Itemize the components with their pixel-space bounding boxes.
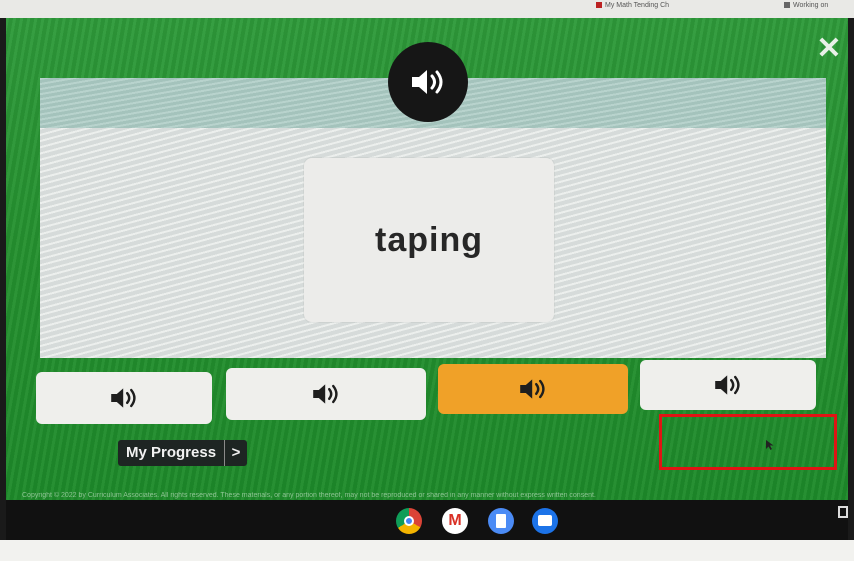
- bookmark-item[interactable]: Working on: [784, 2, 828, 9]
- bookmark-favicon-icon: [596, 2, 602, 9]
- docs-icon[interactable]: [488, 508, 514, 534]
- speaker-icon: [412, 70, 443, 94]
- bookmark-item[interactable]: My Math Tending Ch: [596, 2, 669, 9]
- answer-choice-2[interactable]: [226, 368, 426, 420]
- answer-choice-3[interactable]: [438, 364, 628, 414]
- bookmark-favicon-icon: [784, 2, 790, 9]
- my-progress-label: My Progress: [118, 440, 225, 466]
- classroom-icon[interactable]: [532, 508, 558, 534]
- tray-window-icon[interactable]: [838, 506, 848, 518]
- speaker-icon: [111, 388, 136, 408]
- os-taskbar: [6, 500, 848, 540]
- close-icon: ✕: [816, 32, 842, 65]
- speaker-icon: [520, 379, 545, 399]
- browser-bookmarks-bar: My Math Tending Ch Working on: [0, 0, 854, 19]
- close-button[interactable]: ✕: [816, 34, 842, 64]
- answer-choice-4[interactable]: [640, 360, 816, 410]
- mouse-cursor-icon: [766, 440, 774, 450]
- speaker-icon: [313, 384, 338, 404]
- chrome-icon[interactable]: [396, 508, 422, 534]
- target-word: taping: [375, 220, 483, 259]
- screen-bezel-bottom: [0, 540, 854, 561]
- gmail-icon[interactable]: [442, 508, 468, 534]
- speaker-icon: [715, 375, 740, 395]
- annotation-highlight-box: [659, 414, 837, 470]
- word-card: taping: [304, 158, 554, 322]
- copyright-footer: Copyright © 2022 by Curriculum Associate…: [22, 492, 596, 499]
- my-progress-button[interactable]: My Progress >: [118, 440, 248, 466]
- lesson-screen: ✕ taping My Progress > Copyright © 2022 …: [6, 18, 848, 518]
- chevron-right-icon: >: [224, 440, 248, 466]
- play-word-button[interactable]: [388, 42, 468, 122]
- screen-bezel: [848, 18, 854, 540]
- answer-choice-1[interactable]: [36, 372, 212, 424]
